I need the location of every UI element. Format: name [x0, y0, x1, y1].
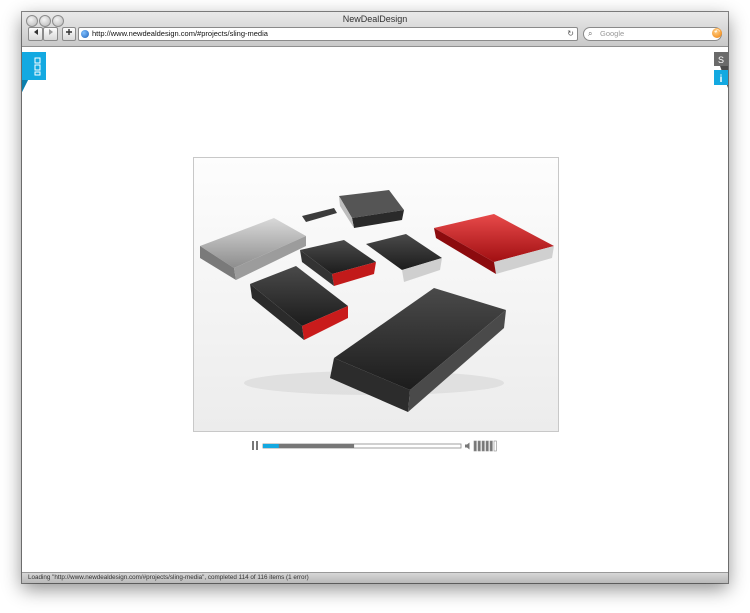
menu-tab[interactable]: [22, 52, 46, 96]
forward-button[interactable]: [43, 27, 58, 41]
info-icon: i: [720, 74, 723, 85]
add-bookmark-button[interactable]: [62, 27, 76, 41]
media-player-controls[interactable]: [252, 440, 502, 452]
status-text: Loading "http://www.newdealdesign.com/#p…: [28, 574, 309, 581]
progress-played: [263, 444, 279, 448]
globe-icon: [81, 30, 89, 38]
back-arrow-icon: [33, 29, 38, 35]
speaker-icon[interactable]: [465, 442, 470, 450]
page-content: S i: [22, 47, 728, 573]
volume-bar[interactable]: [493, 440, 497, 452]
title-bar: NewDealDesign http://www.newdealdesign.c…: [22, 12, 728, 47]
search-icon: ⌕: [588, 29, 593, 38]
browser-window: NewDealDesign http://www.newdealdesign.c…: [22, 12, 728, 583]
plus-icon: [66, 29, 72, 35]
address-bar[interactable]: http://www.newdealdesign.com/#projects/s…: [78, 27, 578, 41]
volume-bar[interactable]: [477, 440, 481, 452]
back-button[interactable]: [28, 27, 43, 41]
sling-media-products-image: [194, 158, 558, 431]
volume-bar[interactable]: [489, 440, 493, 452]
project-image: [193, 157, 559, 432]
search-field[interactable]: ⌕ Google: [583, 27, 722, 41]
window-title: NewDealDesign: [342, 14, 408, 24]
right-tab-info[interactable]: i: [706, 70, 728, 100]
volume-bar[interactable]: [485, 440, 489, 452]
status-bar: Loading "http://www.newdealdesign.com/#p…: [22, 572, 728, 583]
right-tab-s-label: S: [718, 55, 724, 65]
snapback-icon[interactable]: ↶: [712, 28, 722, 38]
reload-icon[interactable]: ↻: [567, 28, 574, 40]
search-placeholder[interactable]: Google: [600, 28, 624, 40]
url-text[interactable]: http://www.newdealdesign.com/#projects/s…: [92, 28, 268, 40]
volume-bar[interactable]: [481, 440, 485, 452]
volume-bar[interactable]: [473, 440, 477, 452]
pause-icon[interactable]: [252, 441, 258, 450]
volume-bars[interactable]: [473, 440, 497, 452]
forward-arrow-icon: [48, 29, 53, 35]
